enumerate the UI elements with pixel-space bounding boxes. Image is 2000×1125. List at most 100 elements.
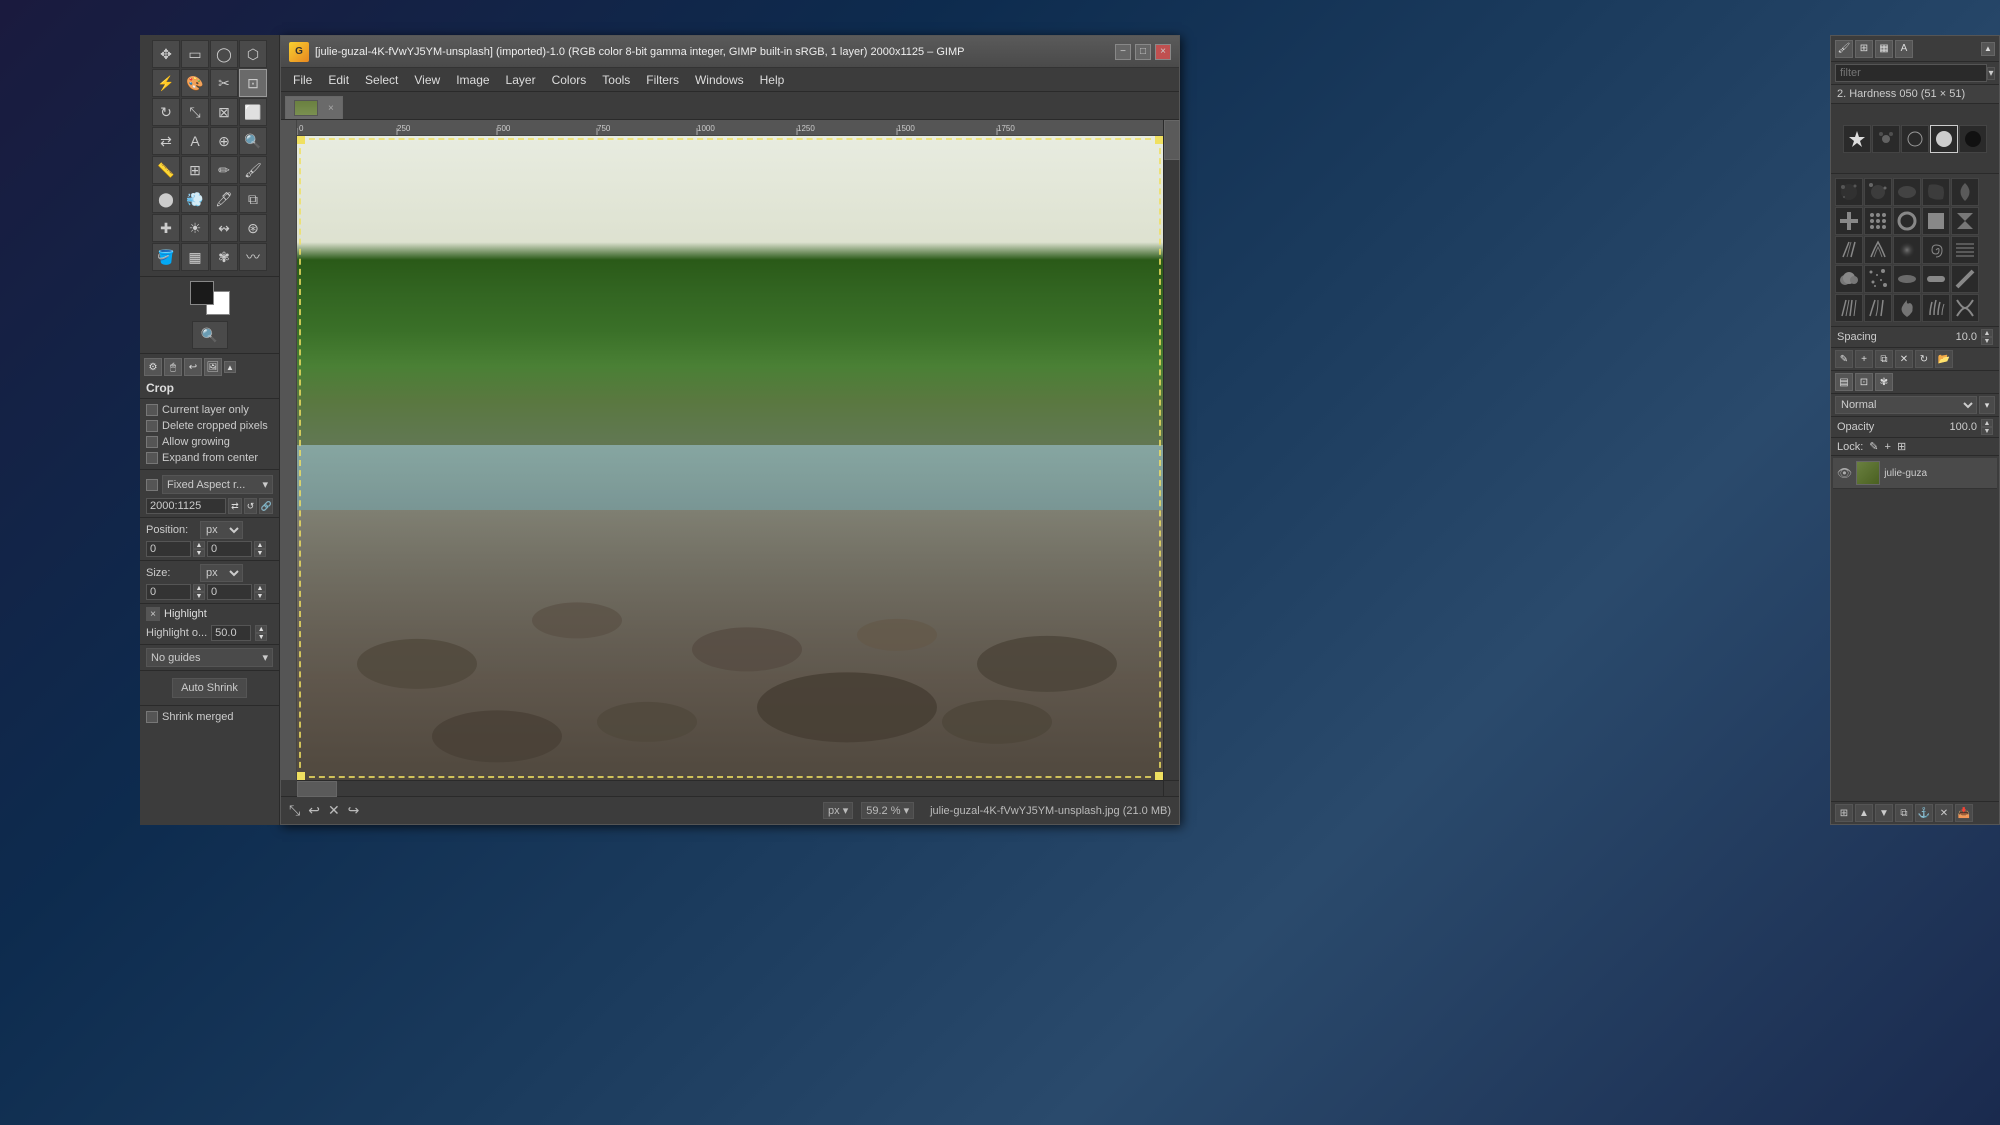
images-icon[interactable]: 🖼 bbox=[204, 358, 222, 376]
device-status-icon[interactable]: 🖱 bbox=[164, 358, 182, 376]
size-width-input[interactable] bbox=[146, 584, 191, 600]
menu-colors[interactable]: Colors bbox=[544, 71, 595, 89]
highlight-close-btn[interactable]: × bbox=[146, 607, 160, 621]
heal-tool[interactable]: ✚ bbox=[152, 214, 180, 242]
airbrush-tool[interactable]: 💨 bbox=[181, 185, 209, 213]
brushes-panel-icon[interactable]: 🖌 bbox=[1835, 40, 1853, 58]
reset-aspect-btn[interactable]: ↺ bbox=[244, 498, 258, 514]
link-aspect-btn[interactable]: 🔗 bbox=[259, 498, 273, 514]
layer-up-btn[interactable]: ▲ bbox=[1855, 804, 1873, 822]
position-x-spinner[interactable]: ▲ ▼ bbox=[193, 541, 205, 557]
anchor-layer-btn[interactable]: ⚓ bbox=[1915, 804, 1933, 822]
layer-down-btn[interactable]: ▼ bbox=[1875, 804, 1893, 822]
brush-fur-2[interactable] bbox=[1864, 236, 1892, 264]
maximize-button[interactable]: □ bbox=[1135, 44, 1151, 60]
brush-preview-3[interactable] bbox=[1901, 125, 1929, 153]
fuzzy-select-tool[interactable]: ⚡ bbox=[152, 69, 180, 97]
clone-tool[interactable]: ⧉ bbox=[239, 185, 267, 213]
undo-btn[interactable]: ↩ bbox=[308, 802, 320, 819]
layer-visibility-icon[interactable]: 👁 bbox=[1837, 466, 1852, 480]
panel-expand-btn[interactable]: ▲ bbox=[1981, 42, 1995, 56]
menu-layer[interactable]: Layer bbox=[498, 71, 544, 89]
filter-dropdown-btn[interactable]: ▾ bbox=[1987, 67, 1995, 80]
horizontal-scrollbar[interactable] bbox=[297, 780, 1163, 796]
minimize-button[interactable]: − bbox=[1115, 44, 1131, 60]
foreground-color[interactable] bbox=[190, 281, 214, 305]
layer-mode-extra[interactable]: ▾ bbox=[1979, 396, 1995, 414]
position-x-input[interactable] bbox=[146, 541, 191, 557]
highlight-opacity-input[interactable] bbox=[211, 625, 251, 641]
brush-cross[interactable] bbox=[1835, 207, 1863, 235]
brush-cloud[interactable] bbox=[1835, 265, 1863, 293]
dodge-burn-tool[interactable]: ☀ bbox=[181, 214, 209, 242]
merge-layers-btn[interactable]: 📥 bbox=[1955, 804, 1973, 822]
flip-tool[interactable]: ⇄ bbox=[152, 127, 180, 155]
delete-layer-btn[interactable]: ✕ bbox=[1935, 804, 1953, 822]
fixed-aspect-checkbox[interactable] bbox=[146, 479, 158, 491]
size-unit-select[interactable]: px % mm bbox=[200, 564, 243, 582]
blend-tool[interactable]: ▦ bbox=[181, 243, 209, 271]
brush-spatter-3[interactable] bbox=[1893, 178, 1921, 206]
delete-cropped-pixels-checkbox[interactable] bbox=[146, 420, 158, 432]
tool-options-icon[interactable]: ⚙ bbox=[144, 358, 162, 376]
ellipse-select-tool[interactable]: ◯ bbox=[210, 40, 238, 68]
brush-new-icon[interactable]: + bbox=[1855, 350, 1873, 368]
brush-preview-5[interactable] bbox=[1959, 125, 1987, 153]
menu-file[interactable]: File bbox=[285, 71, 320, 89]
measure-tool[interactable]: 📏 bbox=[152, 156, 180, 184]
guides-dropdown[interactable]: No guides ▾ bbox=[146, 648, 273, 667]
brush-smear[interactable] bbox=[1893, 265, 1921, 293]
spacing-spinner[interactable]: ▲ ▼ bbox=[1981, 329, 1993, 345]
brush-spatter-4[interactable] bbox=[1922, 178, 1950, 206]
align-tool[interactable]: ⊞ bbox=[181, 156, 209, 184]
brush-diagonal[interactable] bbox=[1951, 265, 1979, 293]
paths-tool[interactable]: ✾ bbox=[210, 243, 238, 271]
vertical-scrollbar[interactable] bbox=[1163, 120, 1179, 780]
menu-view[interactable]: View bbox=[406, 71, 448, 89]
fixed-aspect-dropdown[interactable]: Fixed Aspect r... ▾ bbox=[162, 475, 273, 494]
expand-from-center-checkbox[interactable] bbox=[146, 452, 158, 464]
layer-item[interactable]: 👁 julie-guza bbox=[1833, 458, 1997, 489]
filter-input[interactable] bbox=[1835, 64, 1987, 82]
brush-fur-1[interactable] bbox=[1835, 236, 1863, 264]
tab-close[interactable]: × bbox=[328, 103, 334, 114]
lock-all-icon[interactable]: ⊞ bbox=[1897, 440, 1906, 453]
current-layer-only-checkbox[interactable] bbox=[146, 404, 158, 416]
rotate-tool[interactable]: ↻ bbox=[152, 98, 180, 126]
brush-bristle-2[interactable] bbox=[1864, 294, 1892, 322]
smudge-tool[interactable]: ↭ bbox=[210, 214, 238, 242]
redo-btn[interactable]: ↪ bbox=[348, 802, 360, 819]
bucket-fill-tool[interactable]: 🪣 bbox=[152, 243, 180, 271]
brush-wire[interactable] bbox=[1951, 294, 1979, 322]
brush-preview-2[interactable] bbox=[1872, 125, 1900, 153]
brush-leaf-1[interactable] bbox=[1951, 178, 1979, 206]
aspect-value-input[interactable] bbox=[146, 498, 226, 514]
brush-spiral[interactable] bbox=[1922, 236, 1950, 264]
menu-image[interactable]: Image bbox=[448, 71, 497, 89]
opacity-spinner[interactable]: ▲ ▼ bbox=[255, 625, 267, 641]
brush-fuzzy[interactable] bbox=[1893, 236, 1921, 264]
swap-aspect-btn[interactable]: ⇄ bbox=[228, 498, 242, 514]
warp-transform-tool[interactable]: 〰 bbox=[239, 243, 267, 271]
size-w-spinner[interactable]: ▲ ▼ bbox=[193, 584, 205, 600]
menu-tools[interactable]: Tools bbox=[594, 71, 638, 89]
perspective-tool[interactable]: ⬜ bbox=[239, 98, 267, 126]
shrink-merged-checkbox[interactable] bbox=[146, 711, 158, 723]
position-unit-select[interactable]: px % mm bbox=[200, 521, 243, 539]
menu-filters[interactable]: Filters bbox=[638, 71, 687, 89]
status-reset-icon[interactable]: ⤡ bbox=[289, 802, 300, 819]
ink-tool[interactable]: 🖊 bbox=[210, 185, 238, 213]
brush-flame[interactable] bbox=[1893, 294, 1921, 322]
eraser-tool[interactable]: ⬤ bbox=[152, 185, 180, 213]
gradients-panel-icon[interactable]: ▦ bbox=[1875, 40, 1893, 58]
by-color-select-tool[interactable]: 🎨 bbox=[181, 69, 209, 97]
brush-dots[interactable] bbox=[1864, 207, 1892, 235]
shear-tool[interactable]: ⊠ bbox=[210, 98, 238, 126]
convolve-tool[interactable]: ⊛ bbox=[239, 214, 267, 242]
pencil-tool[interactable]: ✏ bbox=[210, 156, 238, 184]
menu-windows[interactable]: Windows bbox=[687, 71, 752, 89]
cancel-btn[interactable]: ✕ bbox=[328, 802, 340, 819]
menu-edit[interactable]: Edit bbox=[320, 71, 357, 89]
v-scrollbar-thumb[interactable] bbox=[1164, 120, 1180, 160]
layer-mode-select[interactable]: Normal Multiply Screen bbox=[1835, 396, 1977, 414]
